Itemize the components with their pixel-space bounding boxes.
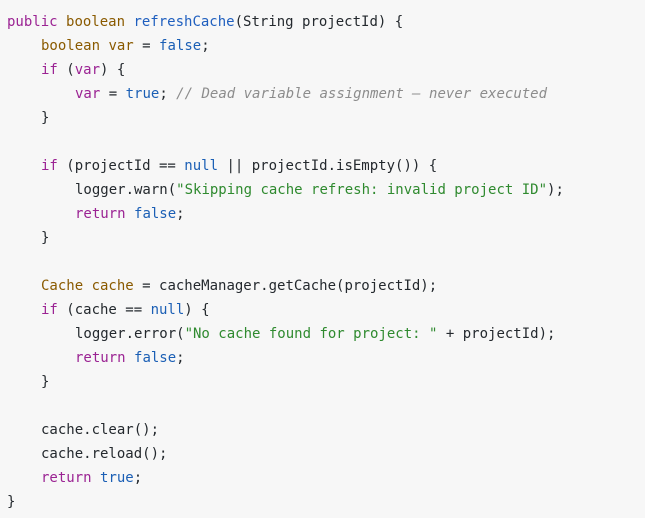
code-token: ; <box>176 350 185 366</box>
code-token: ; <box>176 206 185 222</box>
code-token: logger.warn( <box>75 182 177 198</box>
code-token: cache.clear(); <box>41 422 160 438</box>
code-token: if <box>41 62 58 78</box>
code-token: ; <box>201 38 210 54</box>
code-token: = <box>133 38 160 54</box>
code-line: if (projectId == null || projectId.isEmp… <box>0 154 645 178</box>
code-token: } <box>41 110 50 126</box>
code-line: Cache cache = cacheManager.getCache(proj… <box>0 274 645 298</box>
code-token: } <box>41 230 50 246</box>
code-token: = <box>100 86 126 102</box>
code-token: true <box>125 86 160 102</box>
code-token: false <box>159 38 202 54</box>
code-line: return false; <box>0 202 645 226</box>
code-line: if (var) { <box>0 58 645 82</box>
code-token: ); <box>547 182 564 198</box>
code-line: } <box>0 226 645 250</box>
code-token: false <box>134 350 177 366</box>
code-token: ; <box>133 470 143 486</box>
code-token: ) { <box>100 62 126 78</box>
code-token: ( <box>57 62 75 78</box>
code-token: if <box>41 302 58 318</box>
code-line: var = true; // Dead variable assignment … <box>0 82 645 106</box>
code-token: cache.reload(); <box>41 446 168 462</box>
code-line: if (cache == null) { <box>0 298 645 322</box>
code-token: // Dead variable assignment — never exec… <box>176 86 548 102</box>
code-token: refreshCache <box>133 14 235 30</box>
code-line: logger.error("No cache found for project… <box>0 322 645 346</box>
code-token: ) { <box>184 302 210 318</box>
code-token: "Skipping cache refresh: invalid project… <box>176 182 548 198</box>
code-line: } <box>0 490 645 514</box>
code-token: return <box>75 206 135 222</box>
code-token: Cache <box>41 278 92 294</box>
code-token: true <box>100 470 134 486</box>
code-token: var <box>75 86 101 102</box>
code-line: logger.warn("Skipping cache refresh: inv… <box>0 178 645 202</box>
code-token: logger.error( <box>75 326 185 342</box>
code-token: var <box>74 62 101 78</box>
code-token: return <box>75 350 135 366</box>
code-token: (projectId == <box>57 158 185 174</box>
code-line: return true; <box>0 466 645 490</box>
code-token: null <box>150 302 185 318</box>
code-token: public <box>7 14 67 30</box>
code-token: return <box>41 470 101 486</box>
code-line: public boolean refreshCache(String proje… <box>0 10 645 34</box>
code-line: cache.reload(); <box>0 442 645 466</box>
code-token: if <box>41 158 58 174</box>
code-token: boolean <box>66 14 134 30</box>
code-line: } <box>0 106 645 130</box>
code-token: + projectId); <box>437 326 556 342</box>
code-token: boolean <box>41 38 109 54</box>
code-token: var <box>108 38 134 54</box>
code-line: return false; <box>0 346 645 370</box>
code-editor[interactable]: public boolean refreshCache(String proje… <box>0 0 645 518</box>
code-token: } <box>41 374 50 390</box>
code-token: = cacheManager.getCache(projectId); <box>133 278 438 294</box>
code-token: ; <box>159 86 177 102</box>
code-token: (cache == <box>57 302 151 318</box>
code-token: false <box>134 206 177 222</box>
code-line: cache.clear(); <box>0 418 645 442</box>
code-token: (String projectId) { <box>234 14 404 30</box>
code-line: boolean var = false; <box>0 34 645 58</box>
code-token: cache <box>91 278 134 294</box>
code-token: "No cache found for project: " <box>184 326 438 342</box>
code-token: null <box>184 158 219 174</box>
code-line: } <box>0 370 645 394</box>
code-token: || projectId.isEmpty()) { <box>218 158 438 174</box>
code-token: } <box>7 494 16 510</box>
